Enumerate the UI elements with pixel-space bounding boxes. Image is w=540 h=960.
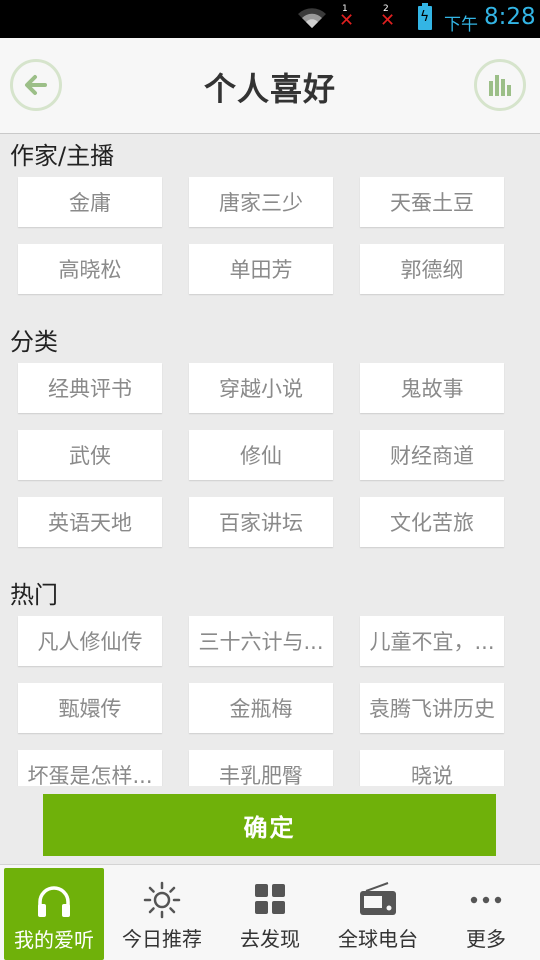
wifi-icon <box>298 8 326 28</box>
bar-chart-icon <box>489 75 511 96</box>
stats-button[interactable] <box>474 59 526 111</box>
section-title-hot: 热门 <box>10 581 58 609</box>
tag-hot[interactable]: 晓说 <box>360 750 504 786</box>
header: 个人喜好 <box>0 38 540 134</box>
tag-category[interactable]: 武侠 <box>18 430 162 480</box>
tag-author[interactable]: 金庸 <box>18 177 162 227</box>
tag-hot[interactable]: 金瓶梅 <box>189 683 333 733</box>
tag-category[interactable]: 财经商道 <box>360 430 504 480</box>
nav-item-global-radio[interactable]: 全球电台 <box>324 867 432 959</box>
sim2-no-signal-icon: 2 ✕ <box>380 4 396 31</box>
tag-author[interactable]: 天蚕土豆 <box>360 177 504 227</box>
tag-author[interactable]: 郭德纲 <box>360 244 504 294</box>
preference-list[interactable]: 作家/主播 金庸 唐家三少 天蚕土豆 高晓松 单田芳 郭德纲 分类 经典评书 穿… <box>0 134 540 786</box>
nav-label: 今日推荐 <box>122 927 202 951</box>
status-ampm: 下午 <box>444 15 478 35</box>
section-title-categories: 分类 <box>10 328 58 356</box>
battery-charging-icon: ϟ <box>418 3 432 30</box>
tag-category[interactable]: 百家讲坛 <box>189 497 333 547</box>
tag-hot[interactable]: 袁腾飞讲历史 <box>360 683 504 733</box>
confirm-button[interactable]: 确定 <box>43 794 496 856</box>
nav-label: 去发现 <box>240 927 300 951</box>
headphones-icon <box>38 886 70 917</box>
status-bar: 1 ✕ 2 ✕ ϟ 下午 8:28 <box>0 0 540 38</box>
sun-icon <box>143 881 181 919</box>
nav-item-my-favorites[interactable]: 我的爱听 <box>4 868 104 960</box>
section-title-authors: 作家/主播 <box>10 142 115 170</box>
radio-icon <box>360 882 396 915</box>
confirm-bar: 确定 <box>0 786 540 864</box>
tag-author[interactable]: 唐家三少 <box>189 177 333 227</box>
nav-label: 更多 <box>466 927 506 951</box>
tag-hot[interactable]: 凡人修仙传 <box>18 616 162 666</box>
page-title: 个人喜好 <box>203 70 336 108</box>
tag-hot[interactable]: 坏蛋是怎样... <box>18 750 162 786</box>
tag-category[interactable]: 英语天地 <box>18 497 162 547</box>
tag-hot[interactable]: 丰乳肥臀 <box>189 750 333 786</box>
sim1-no-signal-icon: 1 ✕ <box>339 4 355 31</box>
tag-category[interactable]: 经典评书 <box>18 363 162 413</box>
tag-author[interactable]: 高晓松 <box>18 244 162 294</box>
nav-item-more[interactable]: 更多 <box>432 867 540 959</box>
nav-label: 我的爱听 <box>14 928 94 952</box>
nav-item-discover[interactable]: 去发现 <box>216 867 324 959</box>
status-time: 8:28 <box>484 4 536 30</box>
tag-category[interactable]: 修仙 <box>189 430 333 480</box>
tag-category[interactable]: 穿越小说 <box>189 363 333 413</box>
tag-author[interactable]: 单田芳 <box>189 244 333 294</box>
tag-category[interactable]: 文化苦旅 <box>360 497 504 547</box>
tag-hot[interactable]: 三十六计与... <box>189 616 333 666</box>
tag-category[interactable]: 鬼故事 <box>360 363 504 413</box>
tag-hot[interactable]: 甄嬛传 <box>18 683 162 733</box>
nav-label: 全球电台 <box>338 927 418 951</box>
bottom-nav: 我的爱听 今日推荐 去发现 全球电台 更多 <box>0 864 540 960</box>
grid-icon <box>255 884 285 914</box>
tag-hot[interactable]: 儿童不宜，... <box>360 616 504 666</box>
more-icon <box>470 896 502 904</box>
nav-item-today[interactable]: 今日推荐 <box>108 867 216 959</box>
